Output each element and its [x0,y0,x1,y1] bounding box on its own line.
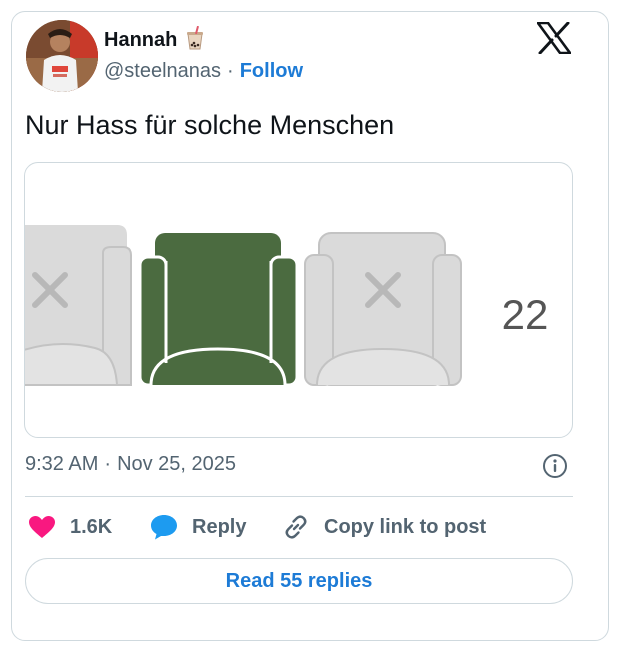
tweet-date[interactable]: Nov 25, 2025 [117,453,236,476]
like-count: 1.6K [70,515,113,538]
speech-bubble-icon [151,515,177,540]
x-logo-icon[interactable] [537,22,571,54]
avatar-image [26,20,98,92]
tweet-time[interactable]: 9:32 AM [25,453,98,476]
info-icon[interactable] [542,453,568,479]
tweet-actions: 1.6K Reply Copy link to post [28,512,486,542]
avatar[interactable] [26,20,98,92]
tweet-timestamp[interactable]: 9:32 AM · Nov 25, 2025 [25,453,236,476]
seat-selection-image: 22 [25,225,549,387]
author-name[interactable]: Hannah [104,29,177,52]
like-button[interactable]: 1.6K [28,515,150,539]
separator: · [227,60,234,82]
heart-icon [29,516,55,538]
reply-button[interactable]: Reply [150,514,282,540]
divider [25,496,573,497]
bubble-tea-icon [185,25,205,55]
seat-unavailable [25,225,132,386]
seat-selected [138,233,299,387]
tweet-text: Nur Hass für solche Menschen [25,110,395,140]
copy-link-button[interactable]: Copy link to post [282,513,486,541]
follow-button[interactable]: Follow [240,60,303,83]
read-replies-button[interactable]: Read 55 replies [25,558,573,604]
seat-unavailable [304,232,462,386]
separator: · [104,453,112,475]
tweet-media[interactable]: 22 [24,162,573,438]
link-icon [285,515,307,539]
author-handle[interactable]: @steelnanas [104,60,221,83]
copy-link-label: Copy link to post [324,515,487,538]
reply-label: Reply [192,515,247,538]
seat-count-label: 22 [502,291,549,338]
